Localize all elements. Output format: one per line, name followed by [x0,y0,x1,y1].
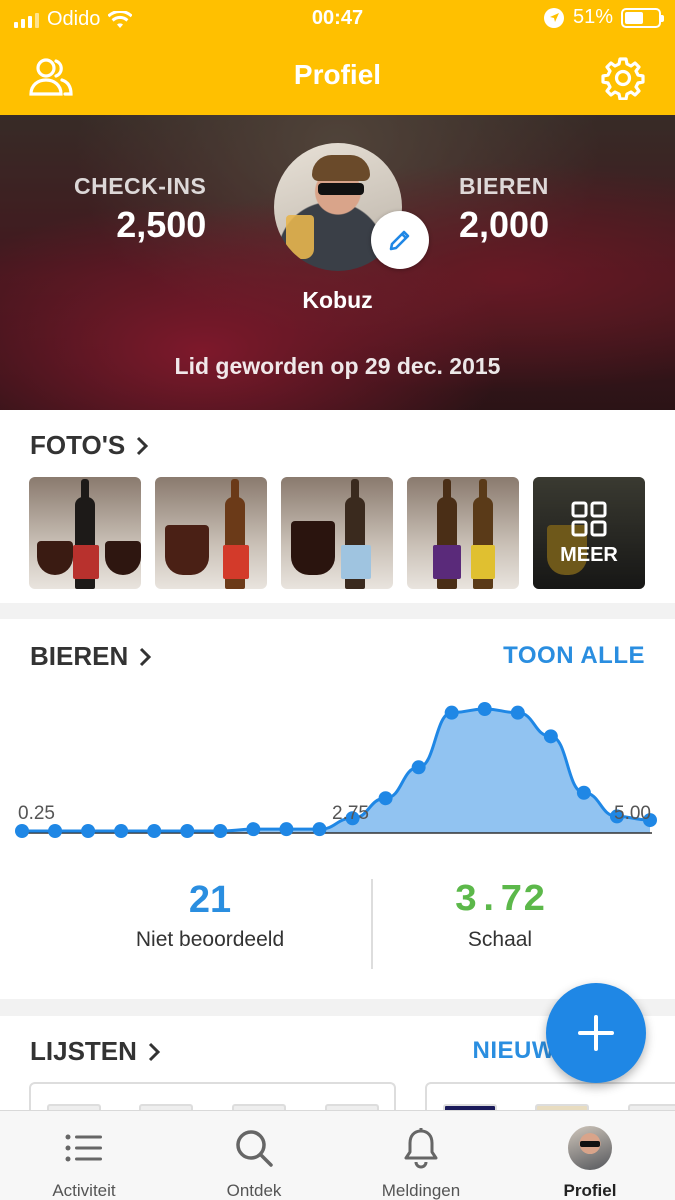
location-icon [543,7,564,28]
tab-label: Activiteit [52,1181,116,1200]
battery-percent: 51% [572,6,613,28]
chart-point [180,824,195,838]
new-list-link[interactable]: NIEUW [473,1037,556,1065]
chart-point [411,760,426,775]
grid-icon [571,501,607,536]
rating-stats: 21 Niet beoordeeld 3.72 Schaal [0,879,675,971]
beers-stat[interactable]: BIEREN 2,000 [459,173,549,246]
more-photos-button[interactable]: MEER [533,477,645,589]
tab-label: Meldingen [381,1181,461,1200]
divider [371,879,373,969]
photos-section: FOTO'S MEER [0,410,675,603]
tab-label: Profiel [563,1181,617,1200]
chart-point [114,824,129,838]
unrated-value: 21 [188,879,232,921]
tab-bar: Activiteit Ontdek Meldingen Profiel [0,1110,675,1200]
chart-point [312,822,327,837]
show-all-link[interactable]: TOON ALLE [503,642,645,670]
edit-profile-button[interactable] [371,211,429,269]
x-tick-label: 0.25 [18,803,55,824]
chart-point [147,824,162,838]
scale-label: Schaal [467,928,533,951]
search-icon [236,1130,273,1167]
username: Kobuz [302,287,373,313]
chart-point [15,824,29,838]
battery-fill [625,11,644,24]
rating-scale-stat[interactable]: 3.72 Schaal [380,879,620,952]
tab-label: Ontdek [226,1181,282,1200]
tab-profile[interactable]: Profiel [530,1123,650,1200]
chevron-right-icon [140,647,152,666]
chevron-right-icon [148,1042,161,1061]
beers-title: BIEREN [30,641,129,671]
unrated-label: Niet beoordeeld [135,928,285,951]
photo-thumbnail[interactable] [29,477,141,589]
chart-point [48,824,63,838]
x-tick-label: 2.75 [332,803,369,824]
list-icon [65,1134,102,1162]
chevron-right-icon [137,436,149,455]
chart-point [444,705,459,720]
photo-thumbnail[interactable] [281,477,393,589]
checkins-label: CHECK-INS [74,173,207,199]
photos-header[interactable]: FOTO'S [30,430,149,461]
profile-header: CHECK-INS 2,500 BIEREN 2,000 Kobuz Lid g… [0,115,675,410]
tab-activity[interactable]: Activiteit [24,1123,144,1200]
beers-section: BIEREN TOON ALLE 0.25 2.75 5.00 21 Niet … [0,619,675,999]
lists-title: LIJSTEN [30,1036,137,1066]
chart-point [543,729,558,744]
photo-strip: MEER [29,477,645,589]
chart-point [213,824,228,838]
chart-point [279,822,294,837]
page-title: Profiel [293,59,382,90]
pencil-icon [389,230,410,251]
tab-discover[interactable]: Ontdek [194,1123,314,1200]
photos-title: FOTO'S [30,430,126,460]
avatar-icon [568,1126,612,1170]
checkins-value: 2,500 [116,204,207,245]
photo-thumbnail[interactable] [407,477,519,589]
battery-icon [621,7,664,28]
tab-notifications[interactable]: Meldingen [361,1123,481,1200]
chart-point [477,702,492,716]
x-tick-label: 5.00 [614,803,651,824]
bell-icon [404,1128,438,1169]
chart-point [378,791,393,806]
member-since: Lid geworden op 29 dec. 2015 [174,353,501,379]
beers-value: 2,000 [459,204,550,245]
photo-thumbnail[interactable] [155,477,267,589]
average-rating-value: 3.72 [454,879,546,922]
beers-header[interactable]: BIEREN [30,641,152,672]
chart-point [510,705,525,720]
gear-icon[interactable] [601,56,645,100]
add-checkin-button[interactable] [546,983,646,1083]
beers-label: BIEREN [459,173,549,199]
chart-point [576,785,591,800]
lists-header[interactable]: LIJSTEN [30,1036,161,1067]
chart-point [246,822,261,837]
status-bar: Odido 00:47 51% [0,0,675,38]
plus-icon [578,1015,614,1051]
nav-bar: Profiel [0,38,675,115]
more-label: MEER [560,543,618,566]
unrated-stat[interactable]: 21 Niet beoordeeld [60,879,360,952]
checkins-stat[interactable]: CHECK-INS 2,500 [74,173,206,246]
chart-point [81,824,96,838]
